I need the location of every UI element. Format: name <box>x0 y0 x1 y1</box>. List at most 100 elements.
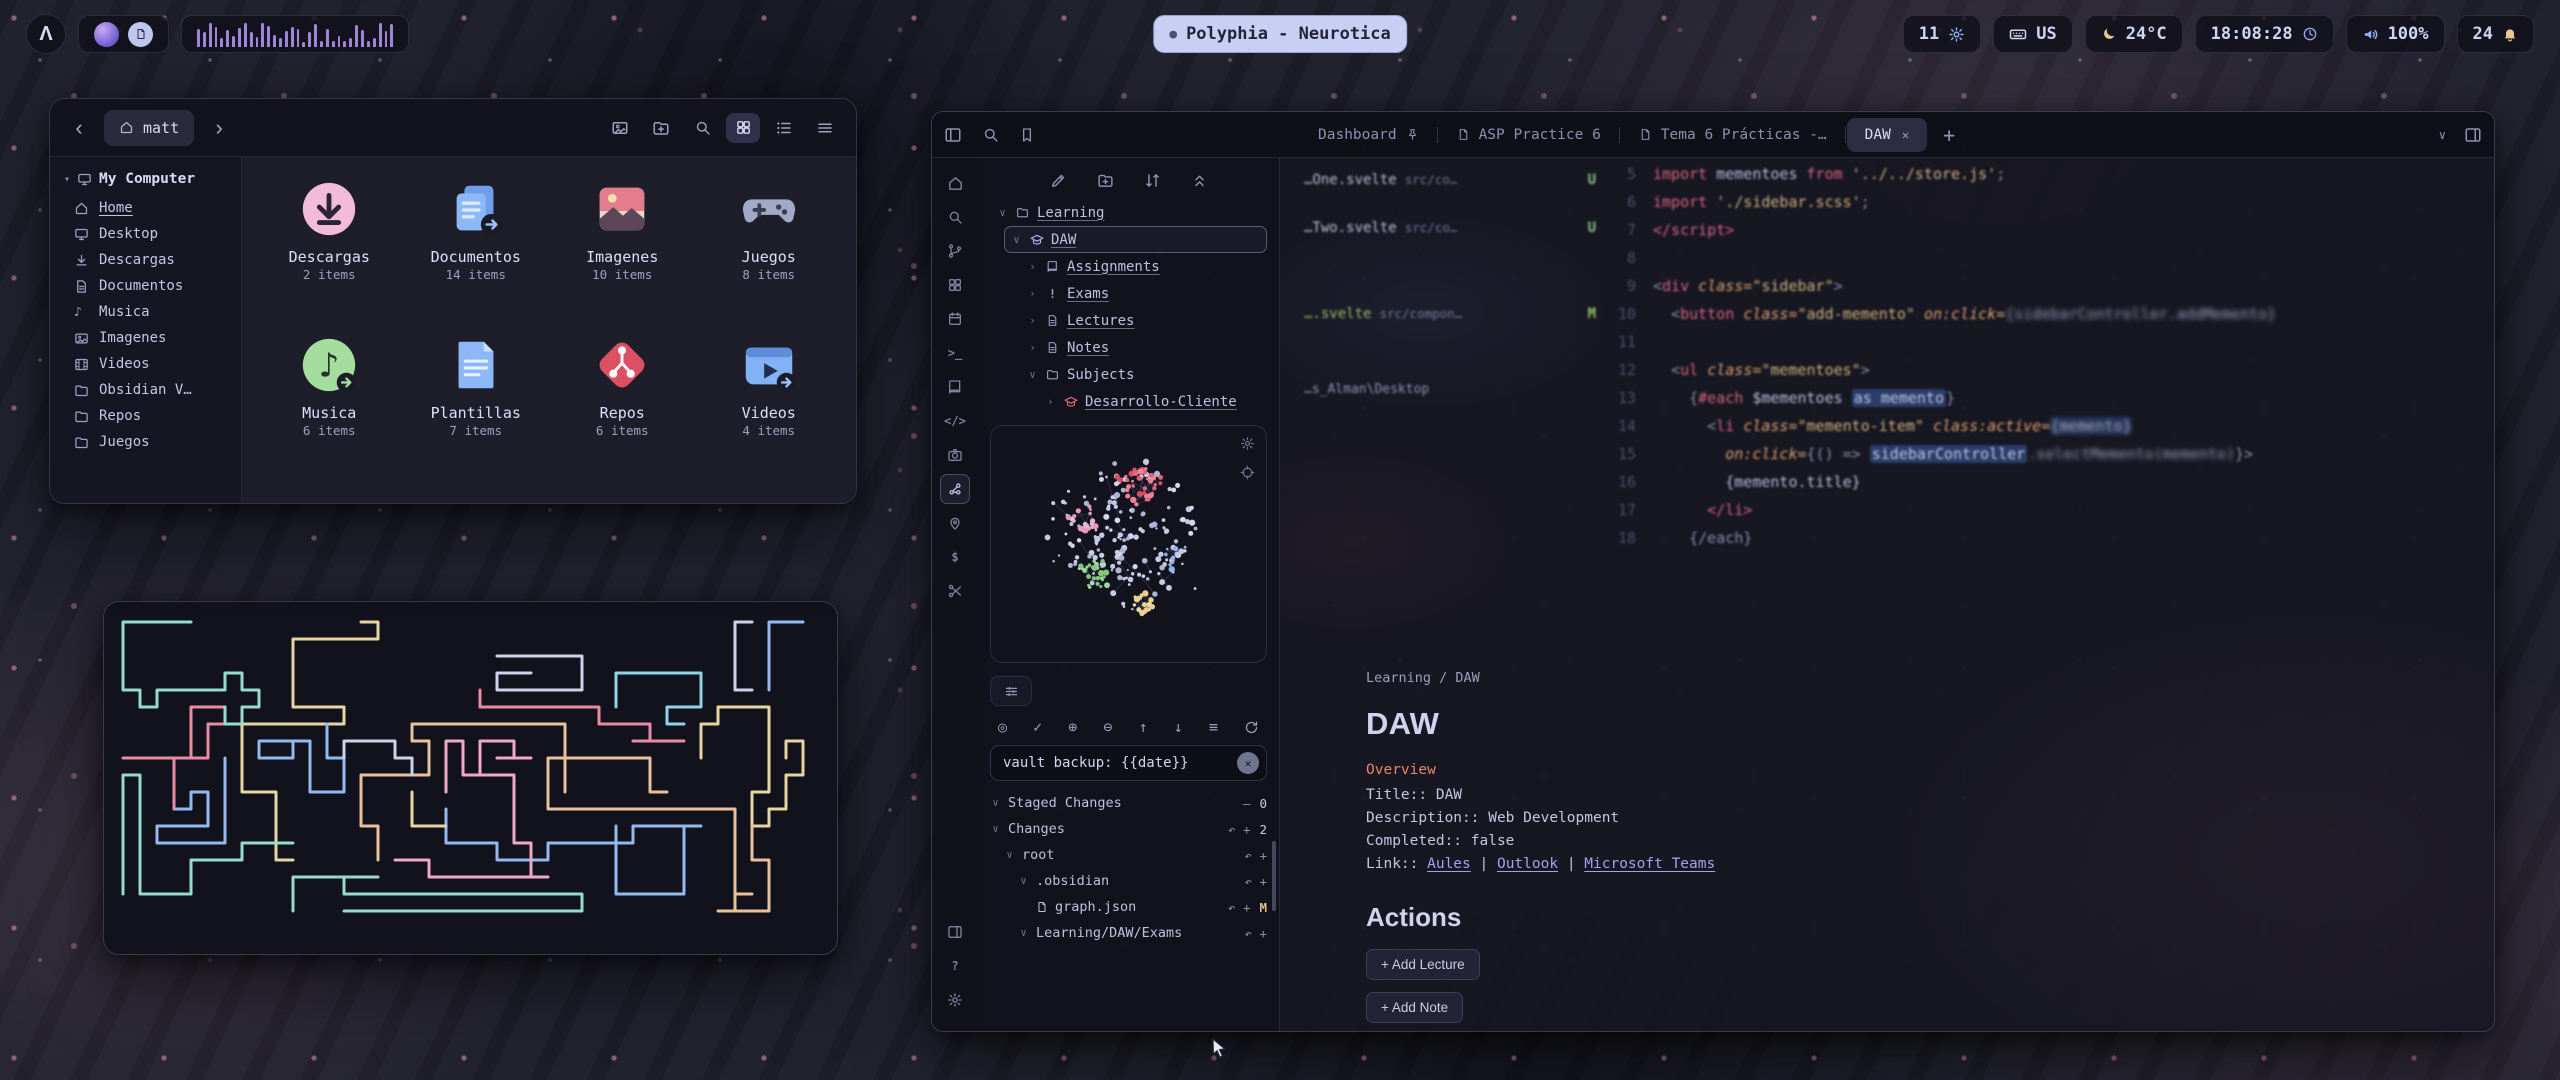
close-icon[interactable]: ✕ <box>1902 128 1909 142</box>
updates-module[interactable]: 11 <box>1903 15 1981 53</box>
tree-item-daw[interactable]: ∨ DAW <box>1004 226 1267 253</box>
graph-view-panel[interactable] <box>990 425 1267 663</box>
search-icon[interactable] <box>940 202 970 232</box>
sidebar-item-descargas[interactable]: Descargas <box>58 247 233 273</box>
git-row-changes[interactable]: ∨ Changes ↶ +2 <box>990 816 1267 842</box>
bookmark-icon[interactable] <box>1019 127 1035 143</box>
folder-plantillas[interactable]: Plantillas 7 items <box>406 329 546 485</box>
search-icon[interactable] <box>982 126 999 143</box>
commit-message-input[interactable] <box>1003 755 1237 771</box>
folder-documentos[interactable]: Documentos 14 items <box>406 173 546 329</box>
git-row-staged-changes[interactable]: ∨ Staged Changes —0 <box>990 790 1267 816</box>
sidebar-item-imagenes[interactable]: Imagenes <box>58 325 233 351</box>
sidebar-item-musica[interactable]: ♪Musica <box>58 299 233 325</box>
filter-icon[interactable] <box>1240 465 1255 480</box>
add-lecture-button[interactable]: + Add Lecture <box>1366 949 1480 980</box>
now-playing[interactable]: ● Polyphia - Neurotica <box>1153 15 1407 53</box>
new-folder-icon[interactable] <box>644 113 678 143</box>
tree-item-desarrollo-cliente[interactable]: › Desarrollo-Cliente <box>1038 388 1267 415</box>
link-outlook[interactable]: Outlook <box>1497 856 1558 872</box>
sidebar-item-obsidian-vault[interactable]: Obsidian V… <box>58 377 233 403</box>
clock-module[interactable]: 18:08:28 <box>2195 15 2334 53</box>
folder-juegos[interactable]: Juegos 8 items <box>699 173 839 329</box>
scrollbar[interactable] <box>1272 841 1276 911</box>
terminal-icon[interactable]: >_ <box>940 338 970 368</box>
volume-module[interactable]: 100% <box>2346 15 2445 53</box>
refresh-icon[interactable] <box>1244 720 1259 735</box>
camera-icon[interactable] <box>940 440 970 470</box>
sidebar-item-repos[interactable]: Repos <box>58 403 233 429</box>
stage-all-icon[interactable]: ⊕ <box>1068 718 1077 736</box>
note-breadcrumb[interactable]: Learning / DAW <box>1366 670 2424 686</box>
unstage-all-icon[interactable]: ⊖ <box>1103 718 1112 736</box>
pull-icon[interactable]: ↓ <box>1174 718 1183 736</box>
link-aules[interactable]: Aules <box>1427 856 1471 872</box>
dollar-icon[interactable]: $ <box>940 542 970 572</box>
new-folder-icon[interactable] <box>1097 172 1114 189</box>
folder-imagenes[interactable]: Imagenes 10 items <box>552 173 692 329</box>
check-icon[interactable]: ✓ <box>1033 718 1042 736</box>
tree-item-notes[interactable]: › Notes <box>1020 334 1267 361</box>
menu-icon[interactable] <box>808 113 842 143</box>
launcher-button[interactable]: Λ <box>26 14 66 54</box>
search-icon[interactable] <box>685 113 719 143</box>
weather-module[interactable]: 24°C <box>2085 15 2183 53</box>
tab-dashboard[interactable]: Dashboard <box>1300 118 1437 152</box>
app-icon-notes[interactable] <box>128 22 153 47</box>
new-note-icon[interactable] <box>1050 172 1067 189</box>
git-branch-icon[interactable] <box>940 236 970 266</box>
keyboard-layout-module[interactable]: US <box>1993 15 2072 53</box>
folder-descargas[interactable]: Descargas 2 items <box>259 173 399 329</box>
collapse-all-icon[interactable] <box>1191 172 1208 189</box>
calendar-icon[interactable] <box>940 304 970 334</box>
tab-daw[interactable]: DAW ✕ <box>1847 118 1927 152</box>
clear-message-icon[interactable]: ✕ <box>1237 752 1259 774</box>
settings-gear-icon[interactable] <box>940 985 970 1015</box>
sort-icon[interactable] <box>1144 172 1161 189</box>
map-pin-icon[interactable] <box>940 508 970 538</box>
help-icon[interactable]: ? <box>940 951 970 981</box>
gear-icon[interactable] <box>1240 436 1255 451</box>
sidebar-item-juegos[interactable]: Juegos <box>58 429 233 455</box>
tree-item-assignments[interactable]: › Assignments <box>1020 253 1267 280</box>
tree-item-exams[interactable]: › ! Exams <box>1020 280 1267 307</box>
tree-item-subjects[interactable]: ∨ Subjects <box>1020 361 1267 388</box>
link-microsoft-teams[interactable]: Microsoft Teams <box>1584 856 1715 872</box>
git-row-graph-json[interactable]: graph.json ↶ +M <box>990 894 1267 920</box>
tab-asp-practice[interactable]: ASP Practice 6 <box>1439 118 1619 152</box>
workspace-switcher-chip[interactable] <box>990 676 1032 706</box>
sidebar-left-toggle-icon[interactable] <box>944 126 962 144</box>
terminal-art-window[interactable] <box>103 601 838 955</box>
chevron-down-icon[interactable]: ∨ <box>2439 128 2446 142</box>
add-note-button[interactable]: + Add Note <box>1366 992 1463 1023</box>
scissors-icon[interactable] <box>940 576 970 606</box>
commit-icon[interactable]: ◎ <box>998 718 1007 736</box>
git-row-obsidian-dir[interactable]: ∨ .obsidian ↶ + <box>990 868 1267 894</box>
git-row-learning-daw-exams[interactable]: ∨ Learning/DAW/Exams ↶ + <box>990 920 1267 946</box>
preview-icon[interactable] <box>603 113 637 143</box>
code-icon[interactable]: </> <box>940 406 970 436</box>
new-tab-button[interactable]: + <box>1929 123 1969 147</box>
notifications-module[interactable]: 24 <box>2457 15 2534 53</box>
sidebar-header[interactable]: ▾ My Computer <box>58 167 233 195</box>
sidebar-item-home[interactable]: Home <box>58 195 233 221</box>
git-row-root[interactable]: ∨ root ↶ + <box>990 842 1267 868</box>
sidebar-item-videos[interactable]: Videos <box>58 351 233 377</box>
back-button[interactable]: ‹ <box>64 113 94 143</box>
breadcrumb[interactable]: matt <box>104 110 194 146</box>
sidebar-right-toggle-icon[interactable] <box>2464 126 2482 144</box>
tab-tema-practicas[interactable]: Tema 6 Prácticas -… <box>1621 118 1845 152</box>
sidebar-item-documentos[interactable]: Documentos <box>58 273 233 299</box>
folder-repos[interactable]: Repos 6 items <box>552 329 692 485</box>
app-icon-browser[interactable] <box>94 22 119 47</box>
folder-musica[interactable]: ♪ Musica 6 items <box>259 329 399 485</box>
changelist-icon[interactable]: ≡ <box>1209 718 1218 736</box>
layout-icon[interactable] <box>940 917 970 947</box>
folder-videos[interactable]: Videos 4 items <box>699 329 839 485</box>
graph-view-icon[interactable] <box>940 474 970 504</box>
tree-item-learning[interactable]: ∨ Learning <box>990 199 1267 226</box>
forward-button[interactable]: › <box>204 113 234 143</box>
home-icon[interactable] <box>940 168 970 198</box>
book-icon[interactable] <box>940 372 970 402</box>
push-icon[interactable]: ↑ <box>1139 718 1148 736</box>
